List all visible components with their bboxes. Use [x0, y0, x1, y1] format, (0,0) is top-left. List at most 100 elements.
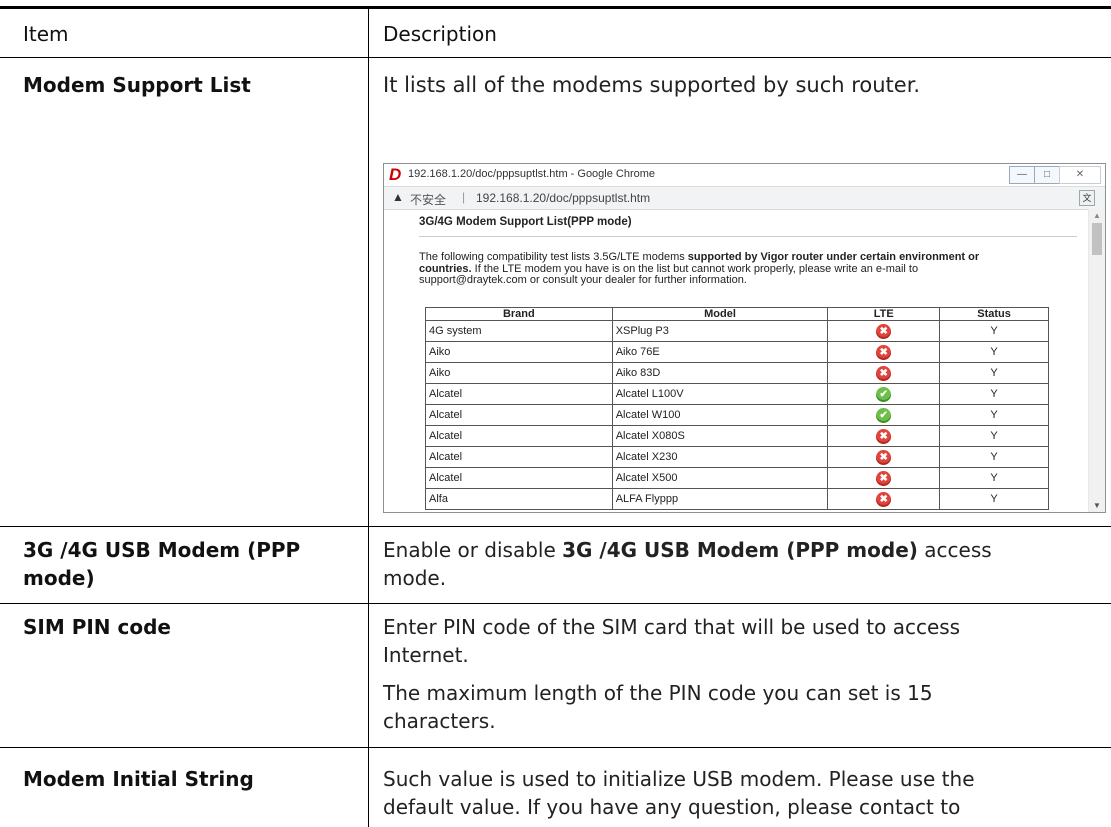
minimize-icon[interactable]: —: [1009, 166, 1035, 184]
brand-cell: Alcatel: [425, 383, 613, 405]
brand-cell: Aiko: [425, 362, 613, 384]
modem-support-table: Brand Model LTE Status 4G system XSPlug P…: [425, 307, 1049, 510]
model-cell: Alcatel L100V: [611, 383, 829, 405]
table-top-rule: [0, 6, 1111, 9]
model-cell: XSPlug P3: [611, 320, 829, 342]
table-row: Alcatel Alcatel W100 ✔ Y: [425, 404, 1049, 426]
close-icon[interactable]: ✕: [1059, 166, 1101, 184]
lte-cell: ✖: [827, 425, 941, 447]
lte-cell: ✔: [827, 404, 941, 426]
brand-cell: Alcatel: [425, 446, 613, 468]
table-row: Alcatel Alcatel L100V ✔ Y: [425, 383, 1049, 405]
column-header-model: Model: [611, 307, 829, 321]
translate-icon[interactable]: 文: [1079, 190, 1095, 206]
brand-cell: Aiko: [425, 341, 613, 363]
row-description: Enable or disable 3G /4G USB Modem (PPP …: [383, 536, 1073, 592]
desc-text: Such value is used to initialize USB mod…: [383, 767, 975, 791]
model-cell: Aiko 76E: [611, 341, 829, 363]
browser-titlebar: D 192.168.1.20/doc/pppsuptlst.htm - Goog…: [384, 164, 1105, 186]
lte-cell: ✖: [827, 488, 941, 510]
table-row: Alcatel Alcatel X080S ✖ Y: [425, 425, 1049, 447]
desc-text: default value. If you have any question,…: [383, 795, 961, 819]
desc-text: Internet.: [383, 643, 469, 667]
scroll-up-icon[interactable]: ▲: [1093, 211, 1101, 220]
warning-icon: ▲: [392, 190, 404, 204]
model-cell: Alcatel X080S: [611, 425, 829, 447]
scrollbar[interactable]: ▲ ▼: [1088, 209, 1105, 512]
lte-cell: ✖: [827, 320, 941, 342]
brand-cell: Alfa: [425, 488, 613, 510]
status-cell: Y: [939, 467, 1049, 489]
lte-cell: ✖: [827, 362, 941, 384]
url-text[interactable]: 192.168.1.20/doc/pppsuptlst.htm: [476, 191, 650, 205]
column-header-brand: Brand: [425, 307, 613, 321]
cross-icon: ✖: [876, 470, 892, 486]
row-description: Enter PIN code of the SIM card that will…: [383, 613, 1073, 735]
column-header-lte: LTE: [827, 307, 941, 321]
check-icon: ✔: [876, 407, 892, 423]
lte-cell: ✖: [827, 446, 941, 468]
window-controls: — □ ✕: [1009, 166, 1101, 184]
desc-text: The maximum length of the PIN code you c…: [383, 681, 933, 705]
cross-icon: ✖: [876, 449, 892, 465]
table-row: Aiko Aiko 83D ✖ Y: [425, 362, 1049, 384]
address-bar[interactable]: ▲ 不安全 | 192.168.1.20/doc/pppsuptlst.htm …: [384, 186, 1105, 210]
check-icon: ✔: [876, 386, 892, 402]
status-cell: Y: [939, 383, 1049, 405]
scroll-down-icon[interactable]: ▼: [1093, 501, 1101, 510]
row-item-label: Modem Support List: [23, 73, 251, 97]
status-cell: Y: [939, 488, 1049, 510]
address-separator: |: [462, 190, 466, 204]
modem-table-header: Brand Model LTE Status: [425, 307, 1049, 321]
browser-window-title: 192.168.1.20/doc/pppsuptlst.htm - Google…: [408, 168, 656, 180]
header-description: Description: [383, 22, 497, 46]
page-title: 3G/4G Modem Support List(PPP mode): [419, 216, 632, 228]
status-cell: Y: [939, 425, 1049, 447]
row-item-label: SIM PIN code: [23, 615, 171, 639]
table-row: 4G system XSPlug P3 ✖ Y: [425, 320, 1049, 342]
scrollbar-thumb[interactable]: [1092, 223, 1102, 255]
intro-bold-countries: countries.: [419, 262, 472, 275]
desc-bold: 3G /4G USB Modem (PPP mode): [562, 538, 918, 562]
cross-icon: ✖: [876, 344, 892, 360]
cross-icon: ✖: [876, 428, 892, 444]
cross-icon: ✖: [876, 491, 892, 507]
maximize-icon[interactable]: □: [1034, 166, 1060, 184]
desc-text: Enable or disable: [383, 538, 563, 562]
status-cell: Y: [939, 362, 1049, 384]
model-cell: Alcatel X230: [611, 446, 829, 468]
model-cell: Alcatel W100: [611, 404, 829, 426]
intro-text: The following compatibility test lists 3…: [419, 251, 688, 263]
brand-cell: Alcatel: [425, 467, 613, 489]
intro-bold: supported by Vigor router under certain …: [687, 251, 980, 263]
header-item: Item: [23, 22, 69, 46]
cross-icon: ✖: [876, 323, 892, 339]
row-description: Such value is used to initialize USB mod…: [383, 765, 1073, 821]
desc-text: mode.: [383, 566, 447, 590]
brand-cell: Alcatel: [425, 425, 613, 447]
table-row: Alcatel Alcatel X500 ✖ Y: [425, 467, 1049, 489]
lte-cell: ✖: [827, 467, 941, 489]
brand-cell: Alcatel: [425, 404, 613, 426]
lte-cell: ✖: [827, 341, 941, 363]
row-description: It lists all of the modems supported by …: [383, 73, 921, 97]
row-item-label: Modem Initial String: [23, 767, 254, 791]
model-cell: Aiko 83D: [611, 362, 829, 384]
header-divider: [0, 57, 1111, 58]
brand-cell: 4G system: [425, 320, 613, 342]
row-divider: [0, 747, 1111, 748]
column-divider: [368, 9, 369, 827]
status-cell: Y: [939, 404, 1049, 426]
status-cell: Y: [939, 341, 1049, 363]
model-cell: Alcatel X500: [611, 467, 829, 489]
row-divider: [0, 526, 1111, 527]
table-row: Alcatel Alcatel X230 ✖ Y: [425, 446, 1049, 468]
browser-page-content: 3G/4G Modem Support List(PPP mode) The f…: [384, 209, 1089, 512]
desc-text: characters.: [383, 709, 496, 733]
row-item-label-line1: 3G /4G USB Modem (PPP: [23, 538, 301, 562]
table-row: Alfa ALFA Flyppp ✖ Y: [425, 488, 1049, 510]
page-intro: The following compatibility test lists 3…: [419, 251, 1079, 287]
cross-icon: ✖: [876, 365, 892, 381]
row-item-label-line2: mode): [23, 566, 95, 590]
desc-text: Enter PIN code of the SIM card that will…: [383, 615, 961, 639]
